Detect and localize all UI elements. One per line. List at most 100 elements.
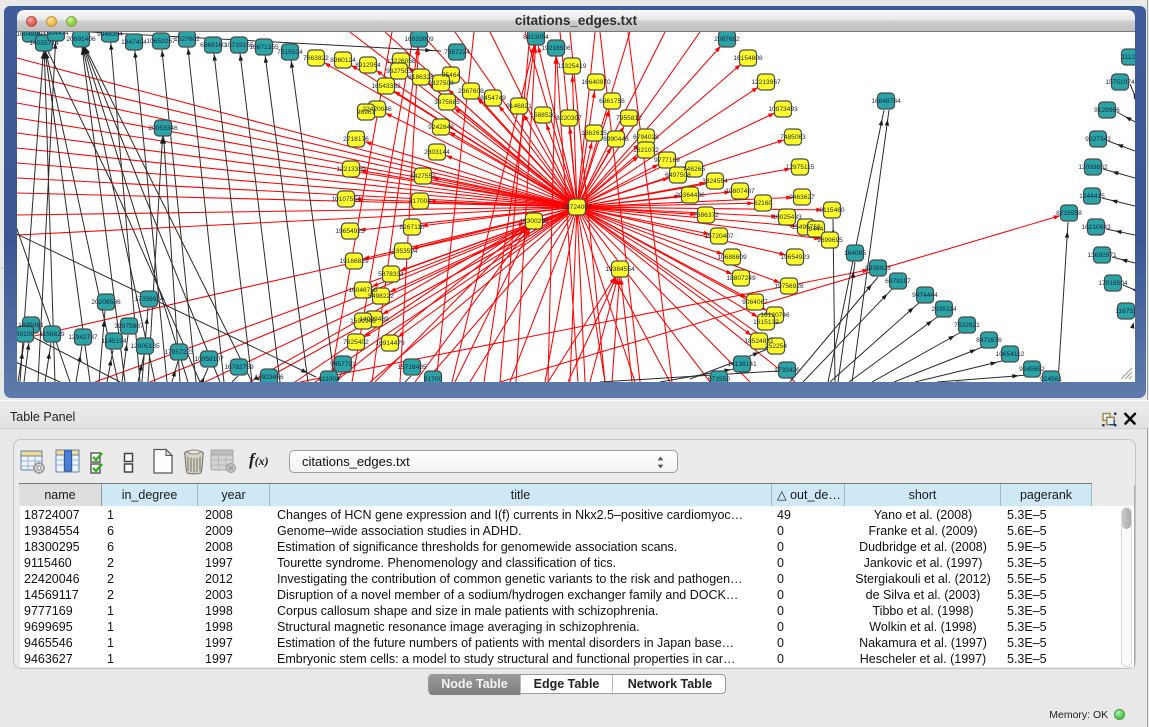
- svg-text:16782759: 16782759: [224, 364, 254, 371]
- svg-text:16033809: 16033809: [404, 36, 434, 43]
- svg-text:6679197: 6679197: [885, 278, 911, 285]
- svg-text:871550: 871550: [708, 376, 730, 382]
- svg-text:2367608: 2367608: [458, 88, 484, 95]
- svg-text:19218506: 19218506: [541, 45, 571, 52]
- svg-text:1733426: 1733426: [774, 367, 800, 374]
- svg-text:19166829: 19166829: [339, 258, 369, 265]
- svg-text:1599948: 1599948: [350, 318, 376, 325]
- svg-text:1615132: 1615132: [753, 319, 779, 326]
- svg-text:9129966: 9129966: [1094, 107, 1120, 114]
- svg-text:9457791: 9457791: [330, 361, 356, 368]
- svg-text:9115460: 9115460: [819, 207, 845, 214]
- svg-text:10107554: 10107554: [331, 196, 361, 203]
- svg-text:12942737: 12942737: [68, 334, 98, 341]
- svg-text:9242848: 9242848: [428, 124, 454, 131]
- svg-text:11120: 11120: [1121, 54, 1135, 61]
- svg-text:8454749: 8454749: [480, 95, 506, 102]
- svg-text:13692971: 13692971: [1087, 252, 1117, 259]
- svg-text:817004: 817004: [409, 198, 431, 205]
- svg-text:9084067: 9084067: [742, 299, 768, 306]
- svg-text:5498222: 5498222: [368, 293, 394, 300]
- svg-text:2087682: 2087682: [714, 36, 740, 43]
- svg-text:15720407: 15720407: [704, 233, 734, 240]
- svg-text:11325419: 11325419: [558, 63, 587, 70]
- svg-text:15716485: 15716485: [397, 364, 427, 371]
- svg-text:9474444: 9474444: [912, 292, 938, 299]
- svg-text:116753: 116753: [1115, 308, 1135, 315]
- svg-text:18807249: 18807249: [726, 275, 756, 282]
- svg-text:9245652: 9245652: [1019, 366, 1045, 373]
- svg-text:7515524: 7515524: [277, 49, 303, 56]
- svg-text:16210643: 16210643: [1081, 224, 1111, 231]
- svg-text:1145194: 1145194: [101, 338, 127, 345]
- svg-text:14136141: 14136141: [727, 361, 757, 368]
- svg-text:9327508: 9327508: [428, 80, 454, 87]
- svg-text:9227342: 9227342: [1085, 136, 1111, 143]
- svg-text:20364436: 20364436: [675, 192, 705, 199]
- svg-text:16640970: 16640970: [581, 79, 611, 86]
- svg-text:8990448: 8990448: [603, 136, 629, 143]
- svg-text:16048994: 16048994: [17, 32, 46, 38]
- svg-text:10653267: 10653267: [146, 38, 176, 45]
- svg-text:8215958: 8215958: [1056, 210, 1082, 217]
- svg-text:13226058: 13226058: [386, 58, 416, 65]
- svg-text:2718176: 2718176: [343, 136, 369, 143]
- svg-text:19756928: 19756928: [774, 283, 804, 290]
- svg-text:7625402: 7625402: [343, 339, 369, 346]
- svg-text:8444: 8444: [809, 226, 824, 233]
- svg-text:18724007: 18724007: [562, 204, 592, 211]
- svg-text:8938923: 8938923: [865, 265, 891, 272]
- svg-text:19384554: 19384554: [605, 266, 635, 273]
- svg-text:7955812: 7955812: [616, 115, 642, 122]
- svg-text:5878334: 5878334: [378, 271, 404, 278]
- svg-text:8427552: 8427552: [410, 173, 436, 180]
- svg-text:98961: 98961: [357, 109, 376, 116]
- svg-text:19654925: 19654925: [335, 228, 365, 235]
- svg-text:164095: 164095: [844, 250, 866, 257]
- svg-text:62160: 62160: [754, 200, 773, 207]
- svg-text:6497508: 6497508: [665, 172, 691, 179]
- svg-text:10688609: 10688609: [717, 254, 747, 261]
- svg-text:16671355: 16671355: [249, 44, 279, 51]
- svg-text:1527602: 1527602: [174, 36, 200, 43]
- svg-text:16120746: 16120746: [760, 312, 790, 319]
- svg-text:9777169: 9777169: [654, 157, 680, 164]
- svg-text:8960124: 8960124: [330, 57, 356, 64]
- svg-text:16914479: 16914479: [375, 340, 405, 347]
- svg-text:19654923: 19654923: [780, 254, 810, 261]
- svg-text:17359924: 17359924: [134, 296, 164, 303]
- svg-text:10973493: 10973493: [768, 106, 798, 113]
- svg-text:8912954: 8912954: [355, 62, 381, 69]
- svg-text:12093832: 12093832: [1078, 164, 1108, 171]
- svg-text:17018504: 17018504: [1098, 280, 1128, 287]
- svg-text:9463627: 9463627: [789, 194, 815, 201]
- svg-text:1904474: 1904474: [43, 32, 69, 37]
- svg-text:1156829: 1156829: [39, 331, 65, 338]
- svg-text:7485063: 7485063: [780, 134, 806, 141]
- svg-text:17957223: 17957223: [164, 349, 194, 356]
- svg-text:12975115: 12975115: [786, 164, 815, 171]
- svg-text:7632621: 7632621: [954, 322, 980, 329]
- svg-text:16543382: 16543382: [371, 83, 401, 90]
- svg-text:39975887: 39975887: [114, 323, 144, 330]
- svg-text:10025433: 10025433: [772, 214, 802, 221]
- svg-text:8813054: 8813054: [523, 34, 549, 41]
- svg-text:6966160: 6966160: [200, 42, 226, 49]
- svg-text:7386372: 7386372: [693, 212, 719, 219]
- svg-text:39159: 39159: [17, 331, 34, 338]
- svg-text:252254: 252254: [765, 343, 787, 350]
- svg-text:924561: 924561: [1040, 376, 1062, 382]
- svg-text:15751074: 15751074: [1105, 79, 1135, 86]
- svg-text:20206536: 20206536: [91, 299, 121, 306]
- svg-text:12905135: 12905135: [130, 343, 160, 350]
- svg-text:2935114: 2935114: [931, 306, 957, 313]
- svg-text:3875685: 3875685: [434, 99, 460, 106]
- svg-text:16154808: 16154808: [733, 55, 763, 62]
- svg-text:6794028: 6794028: [633, 134, 659, 141]
- svg-text:3824554: 3824554: [702, 178, 728, 185]
- svg-text:10958107: 10958107: [194, 356, 224, 363]
- svg-text:7663822: 7663822: [303, 55, 329, 62]
- svg-text:8471676: 8471676: [976, 337, 1002, 344]
- svg-text:2803144: 2803144: [424, 149, 450, 156]
- svg-text:12213389: 12213389: [336, 166, 366, 173]
